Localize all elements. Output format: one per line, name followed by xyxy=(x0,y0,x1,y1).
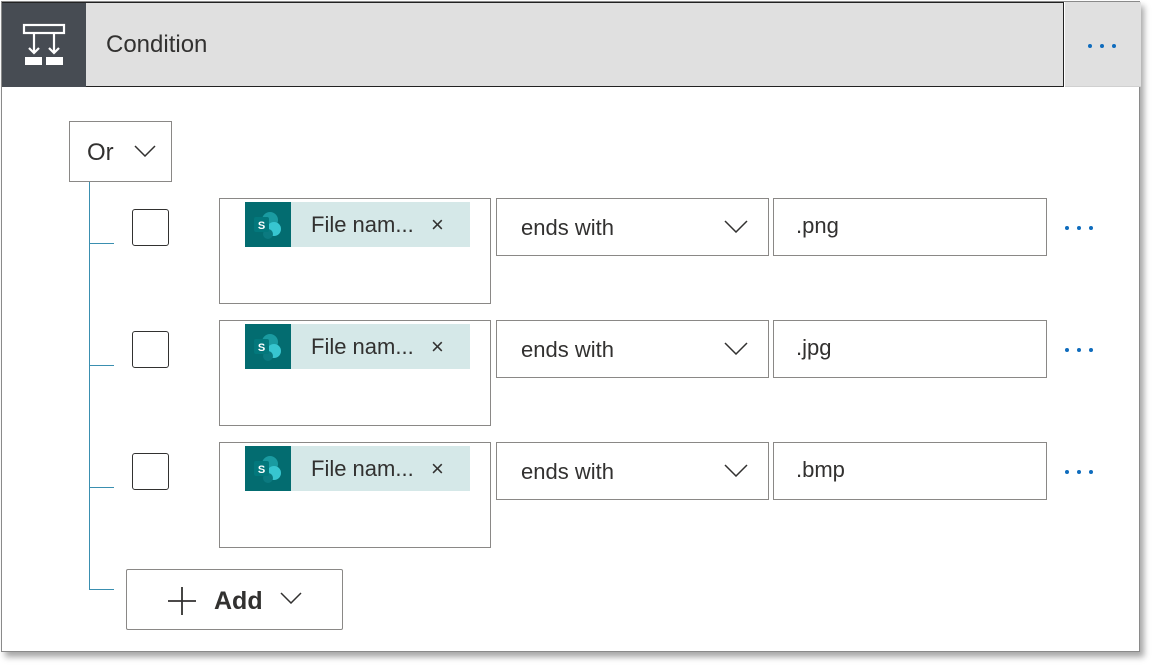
value-text: .png xyxy=(796,213,839,238)
remove-token-icon[interactable]: × xyxy=(431,456,444,482)
group-operator-label: Or xyxy=(87,139,114,166)
remove-token-icon[interactable]: × xyxy=(431,334,444,360)
operator-dropdown[interactable]: ends with xyxy=(496,320,769,378)
value-text: .jpg xyxy=(796,335,832,360)
condition-value-input[interactable]: .jpg xyxy=(773,320,1047,378)
group-operator-dropdown[interactable]: Or xyxy=(69,121,172,182)
chevron-down-icon xyxy=(280,592,302,604)
operator-dropdown[interactable]: ends with xyxy=(496,442,769,500)
row-checkbox[interactable] xyxy=(132,331,169,368)
svg-text:S: S xyxy=(258,220,265,232)
sharepoint-icon: S xyxy=(245,324,291,369)
tree-branch xyxy=(90,487,114,488)
tree-branch xyxy=(90,365,114,366)
svg-text:S: S xyxy=(258,342,265,354)
token-label: File nam... xyxy=(311,334,414,359)
token-label: File nam... xyxy=(311,212,414,237)
tree-branch xyxy=(90,243,114,244)
dynamic-content-token[interactable]: S File nam... × xyxy=(245,324,470,369)
operator-label: ends with xyxy=(521,215,614,240)
condition-left-operand[interactable]: S File nam... × xyxy=(219,320,491,426)
dynamic-content-token[interactable]: S File nam... × xyxy=(245,446,470,491)
row-checkbox[interactable] xyxy=(132,453,169,490)
condition-card: Condition Or S File nam... × ends with .… xyxy=(1,1,1141,652)
condition-value-input[interactable]: .png xyxy=(773,198,1047,256)
condition-icon xyxy=(2,3,86,87)
condition-more-button[interactable] xyxy=(1065,2,1141,87)
more-icon xyxy=(1088,44,1116,48)
sharepoint-icon: S xyxy=(245,446,291,491)
condition-header[interactable]: Condition xyxy=(2,2,1064,87)
operator-label: ends with xyxy=(521,459,614,484)
row-more-button[interactable] xyxy=(1065,470,1093,474)
value-text: .bmp xyxy=(796,457,845,482)
row-more-button[interactable] xyxy=(1065,348,1093,352)
condition-left-operand[interactable]: S File nam... × xyxy=(219,198,491,304)
row-checkbox[interactable] xyxy=(132,209,169,246)
operator-label: ends with xyxy=(521,337,614,362)
condition-value-input[interactable]: .bmp xyxy=(773,442,1047,500)
add-button[interactable]: Add xyxy=(126,569,343,630)
svg-text:S: S xyxy=(258,464,265,476)
chevron-down-icon xyxy=(724,342,748,355)
sharepoint-icon: S xyxy=(245,202,291,247)
dynamic-content-token[interactable]: S File nam... × xyxy=(245,202,470,247)
chevron-down-icon xyxy=(724,220,748,233)
operator-dropdown[interactable]: ends with xyxy=(496,198,769,256)
tree-branch xyxy=(90,589,114,590)
condition-title: Condition xyxy=(106,31,208,58)
row-more-button[interactable] xyxy=(1065,226,1093,230)
add-button-label: Add xyxy=(214,587,263,615)
plus-icon xyxy=(168,587,196,615)
remove-token-icon[interactable]: × xyxy=(431,212,444,238)
condition-left-operand[interactable]: S File nam... × xyxy=(219,442,491,548)
token-label: File nam... xyxy=(311,456,414,481)
chevron-down-icon xyxy=(134,145,156,157)
chevron-down-icon xyxy=(724,464,748,477)
